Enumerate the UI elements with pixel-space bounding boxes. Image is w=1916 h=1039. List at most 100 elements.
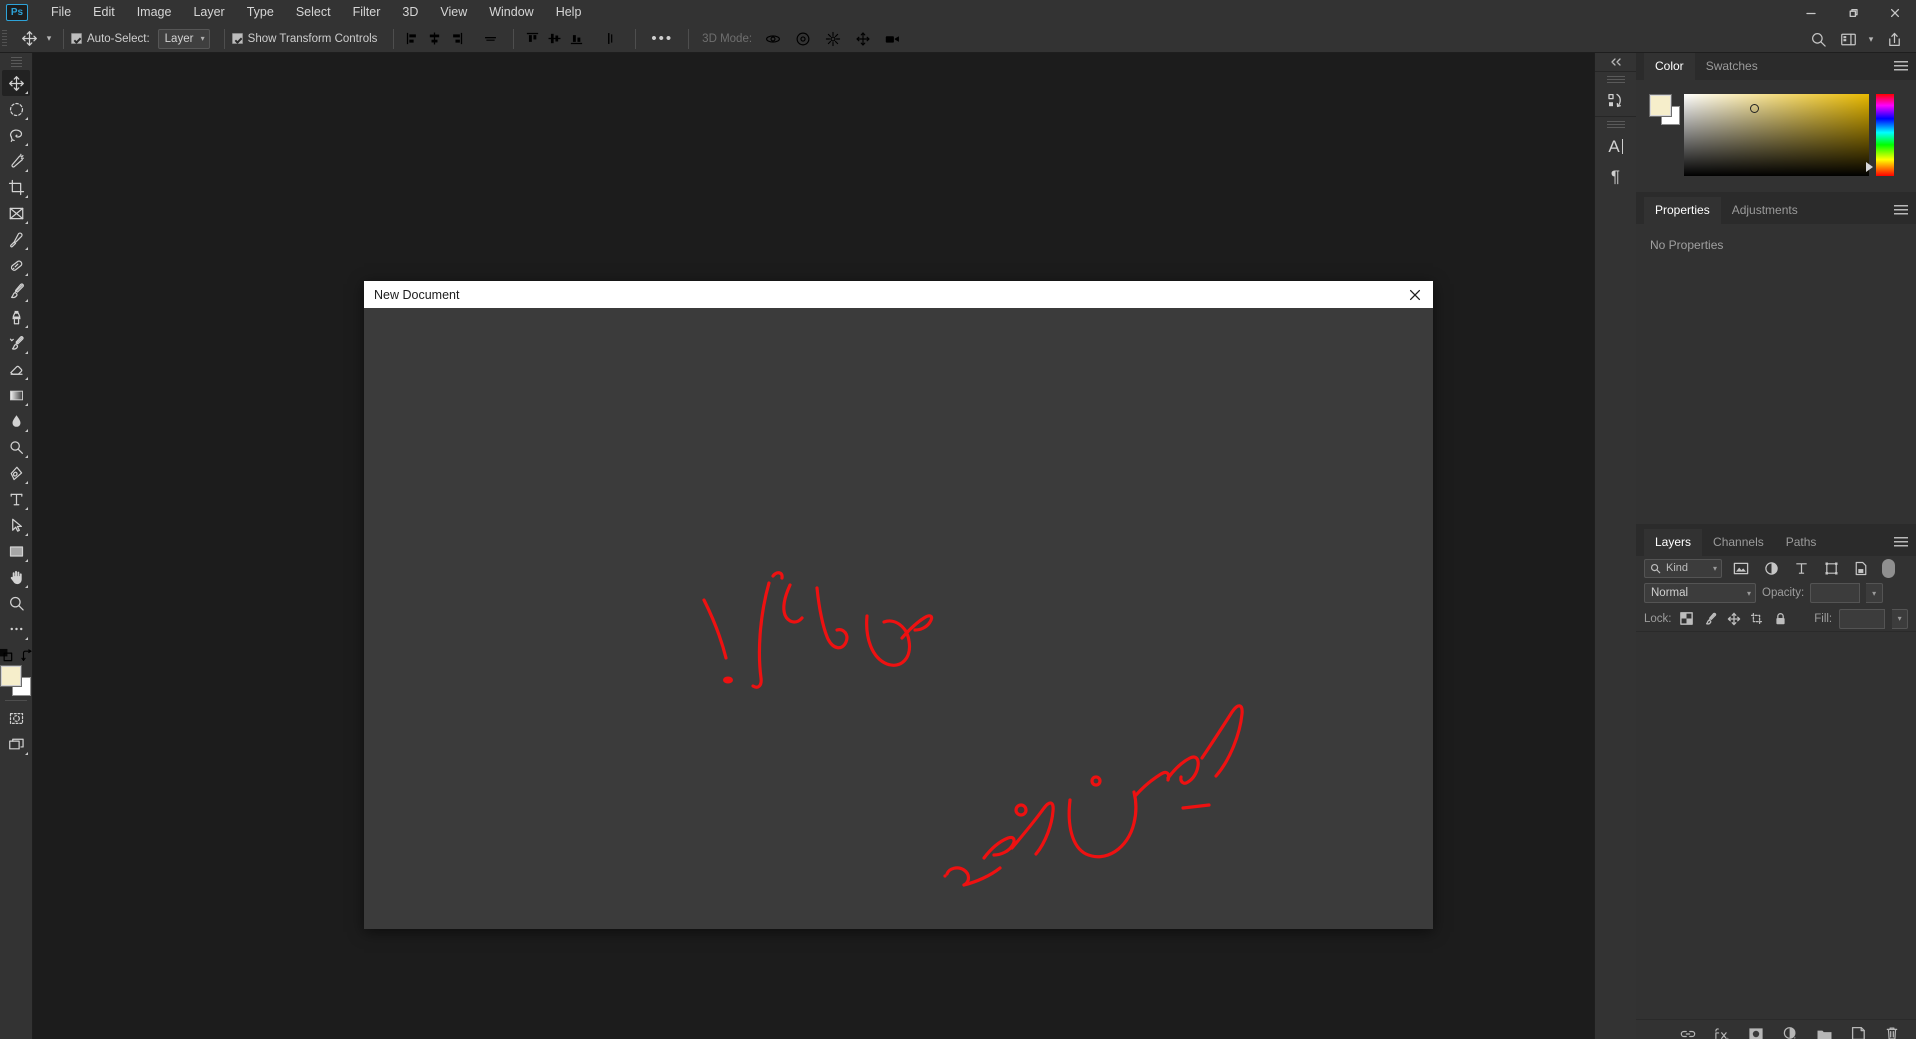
foreground-color-swatch[interactable]	[0, 665, 22, 687]
frame-tool[interactable]	[2, 200, 30, 226]
document-canvas-area[interactable]: New Document	[33, 53, 1594, 1039]
menu-edit[interactable]: Edit	[82, 0, 126, 25]
auto-select-checkbox[interactable]: Auto-Select:	[71, 33, 150, 45]
pan-3d-icon[interactable]	[822, 28, 844, 50]
elliptical-marquee-tool[interactable]	[2, 96, 30, 122]
filter-enable-toggle[interactable]	[1882, 558, 1895, 578]
new-adjustment-layer-icon[interactable]	[1780, 1024, 1800, 1039]
menu-file[interactable]: File	[40, 0, 82, 25]
show-transform-controls-checkbox[interactable]: Show Transform Controls	[231, 33, 377, 45]
menu-type[interactable]: Type	[236, 0, 285, 25]
menu-window[interactable]: Window	[478, 0, 544, 25]
link-layers-icon[interactable]	[1678, 1024, 1698, 1039]
move-tool[interactable]	[2, 70, 30, 96]
more-options-button[interactable]: •••	[643, 31, 681, 46]
lock-position-icon[interactable]	[1726, 610, 1743, 628]
color-selector-ring[interactable]	[1750, 104, 1759, 113]
paragraph-panel-icon[interactable]: ¶	[1598, 161, 1634, 191]
distribute-horizontally-icon[interactable]	[479, 28, 501, 50]
toolbar-grip[interactable]	[10, 57, 22, 67]
panel-menu-icon[interactable]	[1894, 61, 1908, 73]
new-layer-icon[interactable]	[1848, 1024, 1868, 1039]
panel-menu-icon[interactable]	[1894, 537, 1908, 549]
lock-transparent-pixels-icon[interactable]	[1679, 610, 1696, 628]
orbit-3d-icon[interactable]	[762, 28, 784, 50]
distribute-vertically-icon[interactable]	[599, 28, 621, 50]
fill-input[interactable]	[1839, 608, 1886, 629]
filter-pixel-icon[interactable]	[1730, 558, 1752, 578]
screen-mode-button[interactable]	[2, 731, 30, 757]
lock-all-icon[interactable]	[1773, 610, 1790, 628]
brush-tool[interactable]	[2, 278, 30, 304]
swap-colors-icon[interactable]	[20, 648, 34, 663]
character-panel-icon[interactable]: A	[1598, 131, 1634, 161]
tab-adjustments[interactable]: Adjustments	[1721, 197, 1809, 224]
align-right-edges-icon[interactable]	[445, 28, 467, 50]
eraser-tool[interactable]	[2, 356, 30, 382]
filter-type-icon[interactable]	[1790, 558, 1812, 578]
crop-tool[interactable]	[2, 174, 30, 200]
menu-view[interactable]: View	[429, 0, 478, 25]
align-bottom-edges-icon[interactable]	[565, 28, 587, 50]
dialog-close-button[interactable]	[1397, 281, 1433, 308]
menu-help[interactable]: Help	[545, 0, 593, 25]
opacity-stepper-chevron-icon[interactable]: ▾	[1866, 583, 1884, 603]
spot-healing-brush-tool[interactable]	[2, 252, 30, 278]
show-transform-checkbox-box[interactable]	[231, 33, 243, 44]
tab-paths[interactable]: Paths	[1775, 529, 1828, 556]
new-group-icon[interactable]	[1814, 1024, 1834, 1039]
filter-smart-object-icon[interactable]	[1850, 558, 1872, 578]
expand-panels-button[interactable]	[1595, 53, 1637, 71]
layer-filter-kind-dropdown[interactable]: Kind ▾	[1644, 558, 1722, 578]
tab-swatches[interactable]: Swatches	[1695, 53, 1769, 80]
dock-group-grip-2[interactable]	[1606, 121, 1625, 129]
roll-3d-icon[interactable]	[792, 28, 814, 50]
tab-color[interactable]: Color	[1644, 53, 1695, 80]
menu-image[interactable]: Image	[126, 0, 183, 25]
fill-stepper-chevron-icon[interactable]: ▾	[1892, 608, 1908, 629]
menu-3d[interactable]: 3D	[391, 0, 429, 25]
tab-layers[interactable]: Layers	[1644, 529, 1703, 556]
menu-select[interactable]: Select	[285, 0, 342, 25]
lock-artboard-nesting-icon[interactable]	[1749, 610, 1766, 628]
filter-adjustment-icon[interactable]	[1760, 558, 1782, 578]
filter-shape-icon[interactable]	[1820, 558, 1842, 578]
horizontal-type-tool[interactable]	[2, 486, 30, 512]
dock-group-grip[interactable]	[1606, 76, 1625, 84]
dialog-title-bar[interactable]: New Document	[364, 281, 1433, 308]
foreground-background-color-swatches[interactable]	[0, 665, 31, 696]
align-vertical-centers-icon[interactable]	[543, 28, 565, 50]
auto-select-target-dropdown[interactable]: Layer ▾	[157, 28, 210, 49]
hue-slider-marker[interactable]	[1866, 162, 1873, 172]
zoom-tool[interactable]	[2, 590, 30, 616]
options-bar-grip[interactable]	[2, 29, 12, 48]
align-left-edges-icon[interactable]	[401, 28, 423, 50]
color-panel-swatches[interactable]	[1649, 94, 1680, 125]
workspace-chevron-icon[interactable]: ▾	[1864, 27, 1878, 51]
history-brush-tool[interactable]	[2, 330, 30, 356]
menu-layer[interactable]: Layer	[182, 0, 235, 25]
tab-properties[interactable]: Properties	[1644, 197, 1721, 224]
color-picker-area[interactable]	[1636, 80, 1916, 192]
workspace-switcher-icon[interactable]	[1834, 27, 1862, 51]
tool-preset-chevron-icon[interactable]: ▾	[42, 27, 56, 51]
color-gradient-field[interactable]	[1684, 94, 1869, 176]
history-panel-icon[interactable]	[1598, 86, 1634, 116]
magic-wand-tool[interactable]	[2, 148, 30, 174]
zoom-3d-camera-icon[interactable]	[882, 28, 904, 50]
blend-mode-dropdown[interactable]: Normal ▾	[1644, 583, 1756, 603]
dodge-tool[interactable]	[2, 434, 30, 460]
gradient-tool[interactable]	[2, 382, 30, 408]
layer-list[interactable]	[1636, 631, 1916, 1019]
slide-3d-icon[interactable]	[852, 28, 874, 50]
lock-image-pixels-icon[interactable]	[1702, 610, 1719, 628]
delete-layer-icon[interactable]	[1882, 1024, 1902, 1039]
eyedropper-tool[interactable]	[2, 226, 30, 252]
rectangle-tool[interactable]	[2, 538, 30, 564]
move-tool-icon[interactable]	[16, 27, 42, 51]
menu-filter[interactable]: Filter	[342, 0, 392, 25]
add-layer-mask-icon[interactable]	[1746, 1024, 1766, 1039]
path-selection-tool[interactable]	[2, 512, 30, 538]
restore-button[interactable]	[1832, 0, 1874, 25]
share-icon[interactable]	[1880, 27, 1908, 51]
